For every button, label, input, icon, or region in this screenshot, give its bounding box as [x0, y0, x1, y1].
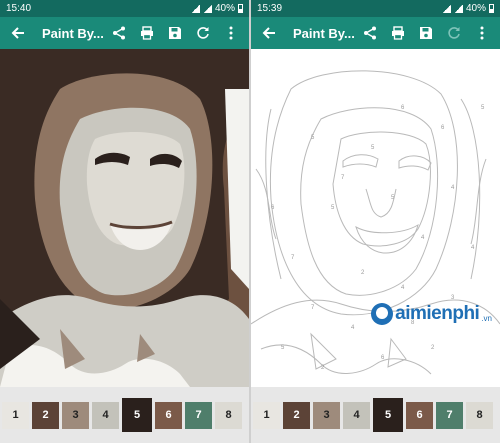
palette-swatch-6[interactable]: 6 — [406, 401, 433, 429]
swatch-label: 8 — [225, 409, 232, 421]
refresh-icon[interactable] — [189, 19, 217, 47]
back-arrow-icon[interactable] — [4, 19, 32, 47]
palette-swatch-5[interactable]: 5 — [122, 398, 152, 432]
share-icon[interactable] — [356, 19, 384, 47]
swatch-label: 2 — [42, 409, 49, 421]
status-time: 15:40 — [6, 3, 32, 14]
taimienphi-logo-icon — [371, 303, 394, 325]
save-icon[interactable] — [412, 19, 440, 47]
signal-icon — [202, 4, 212, 13]
app-bar: Paint By... — [0, 17, 249, 49]
watermark-tld: .vn — [481, 314, 492, 323]
left-screen: 15:40 40% Paint By... 1 2 3 4 5 6 7 8 — [0, 0, 249, 443]
watermark-logo: aimienphi .vn — [371, 303, 492, 325]
overflow-menu-icon[interactable] — [468, 19, 496, 47]
swatch-label: 4 — [102, 409, 109, 421]
battery-percent: 40% — [214, 3, 235, 14]
battery-percent: 40% — [465, 3, 486, 14]
swatch-label: 1 — [263, 409, 270, 421]
swatch-label: 5 — [133, 409, 141, 421]
app-title: Paint By... — [42, 25, 104, 41]
swatch-label: 4 — [353, 409, 360, 421]
palette-swatch-4[interactable]: 4 — [92, 401, 119, 429]
swatch-label: 6 — [416, 409, 423, 421]
back-arrow-icon[interactable] — [255, 19, 283, 47]
swatch-label: 7 — [195, 409, 202, 421]
print-icon[interactable] — [133, 19, 161, 47]
swatch-label: 3 — [72, 409, 79, 421]
app-bar: Paint By... — [251, 17, 500, 49]
swatch-label: 2 — [293, 409, 300, 421]
swatch-label: 7 — [446, 409, 453, 421]
status-bar: 15:40 40% — [0, 0, 249, 17]
palette-swatch-1[interactable]: 1 — [253, 401, 280, 429]
palette-swatch-2[interactable]: 2 — [32, 401, 59, 429]
palette-swatch-8[interactable]: 8 — [466, 401, 493, 429]
palette-swatch-8[interactable]: 8 — [215, 401, 242, 429]
signal-icon — [453, 4, 463, 13]
outline-canvas[interactable]: 56545472567483562475642 aimienphi .vn — [251, 49, 500, 387]
palette-swatch-5[interactable]: 5 — [373, 398, 403, 432]
swatch-label: 1 — [12, 409, 19, 421]
battery-icon — [489, 4, 494, 13]
palette-swatch-4[interactable]: 4 — [343, 401, 370, 429]
print-icon[interactable] — [384, 19, 412, 47]
outline-drawing: 56545472567483562475642 — [251, 49, 500, 387]
swatch-label: 5 — [384, 409, 392, 421]
palette-swatch-7[interactable]: 7 — [436, 401, 463, 429]
wifi-icon — [190, 4, 200, 13]
swatch-label: 8 — [476, 409, 483, 421]
color-palette: 1 2 3 4 5 6 7 8 — [0, 387, 249, 443]
refresh-icon[interactable] — [440, 19, 468, 47]
painted-image[interactable] — [0, 49, 249, 387]
watermark-brand: aimienphi — [395, 303, 480, 324]
overflow-menu-icon[interactable] — [217, 19, 245, 47]
save-icon[interactable] — [161, 19, 189, 47]
posterized-portrait — [0, 49, 249, 387]
palette-swatch-3[interactable]: 3 — [313, 401, 340, 429]
palette-swatch-3[interactable]: 3 — [62, 401, 89, 429]
palette-swatch-6[interactable]: 6 — [155, 401, 182, 429]
share-icon[interactable] — [105, 19, 133, 47]
swatch-label: 3 — [323, 409, 330, 421]
swatch-label: 6 — [165, 409, 172, 421]
palette-swatch-1[interactable]: 1 — [2, 401, 29, 429]
palette-swatch-2[interactable]: 2 — [283, 401, 310, 429]
status-bar: 15:39 40% — [251, 0, 500, 17]
right-screen: 15:39 40% Paint By... 5 6 5 4 5 4 7 2 5 … — [251, 0, 500, 443]
app-title: Paint By... — [293, 25, 355, 41]
palette-swatch-7[interactable]: 7 — [185, 401, 212, 429]
wifi-icon — [441, 4, 451, 13]
color-palette: 1 2 3 4 5 6 7 8 — [251, 387, 500, 443]
battery-icon — [238, 4, 243, 13]
status-time: 15:39 — [257, 3, 283, 14]
